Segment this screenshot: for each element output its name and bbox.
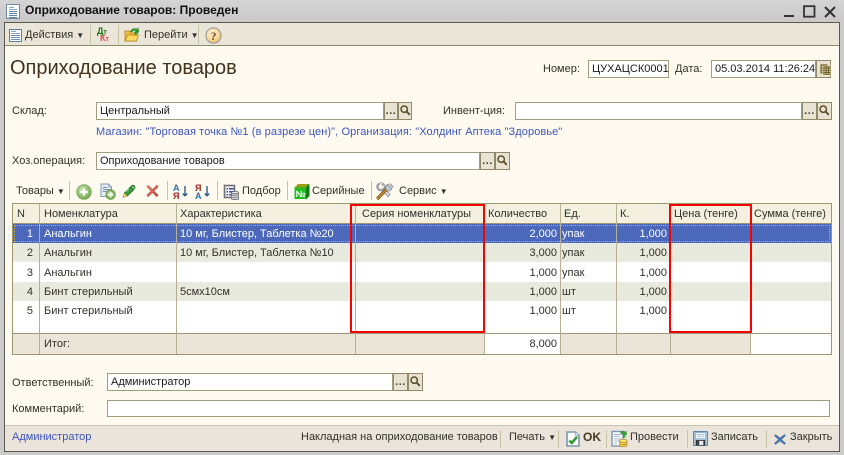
svg-text:№: № [296, 189, 306, 199]
svg-text:Я: Я [173, 191, 179, 200]
svg-text:?: ? [211, 29, 217, 43]
svg-text:А: А [195, 191, 202, 200]
